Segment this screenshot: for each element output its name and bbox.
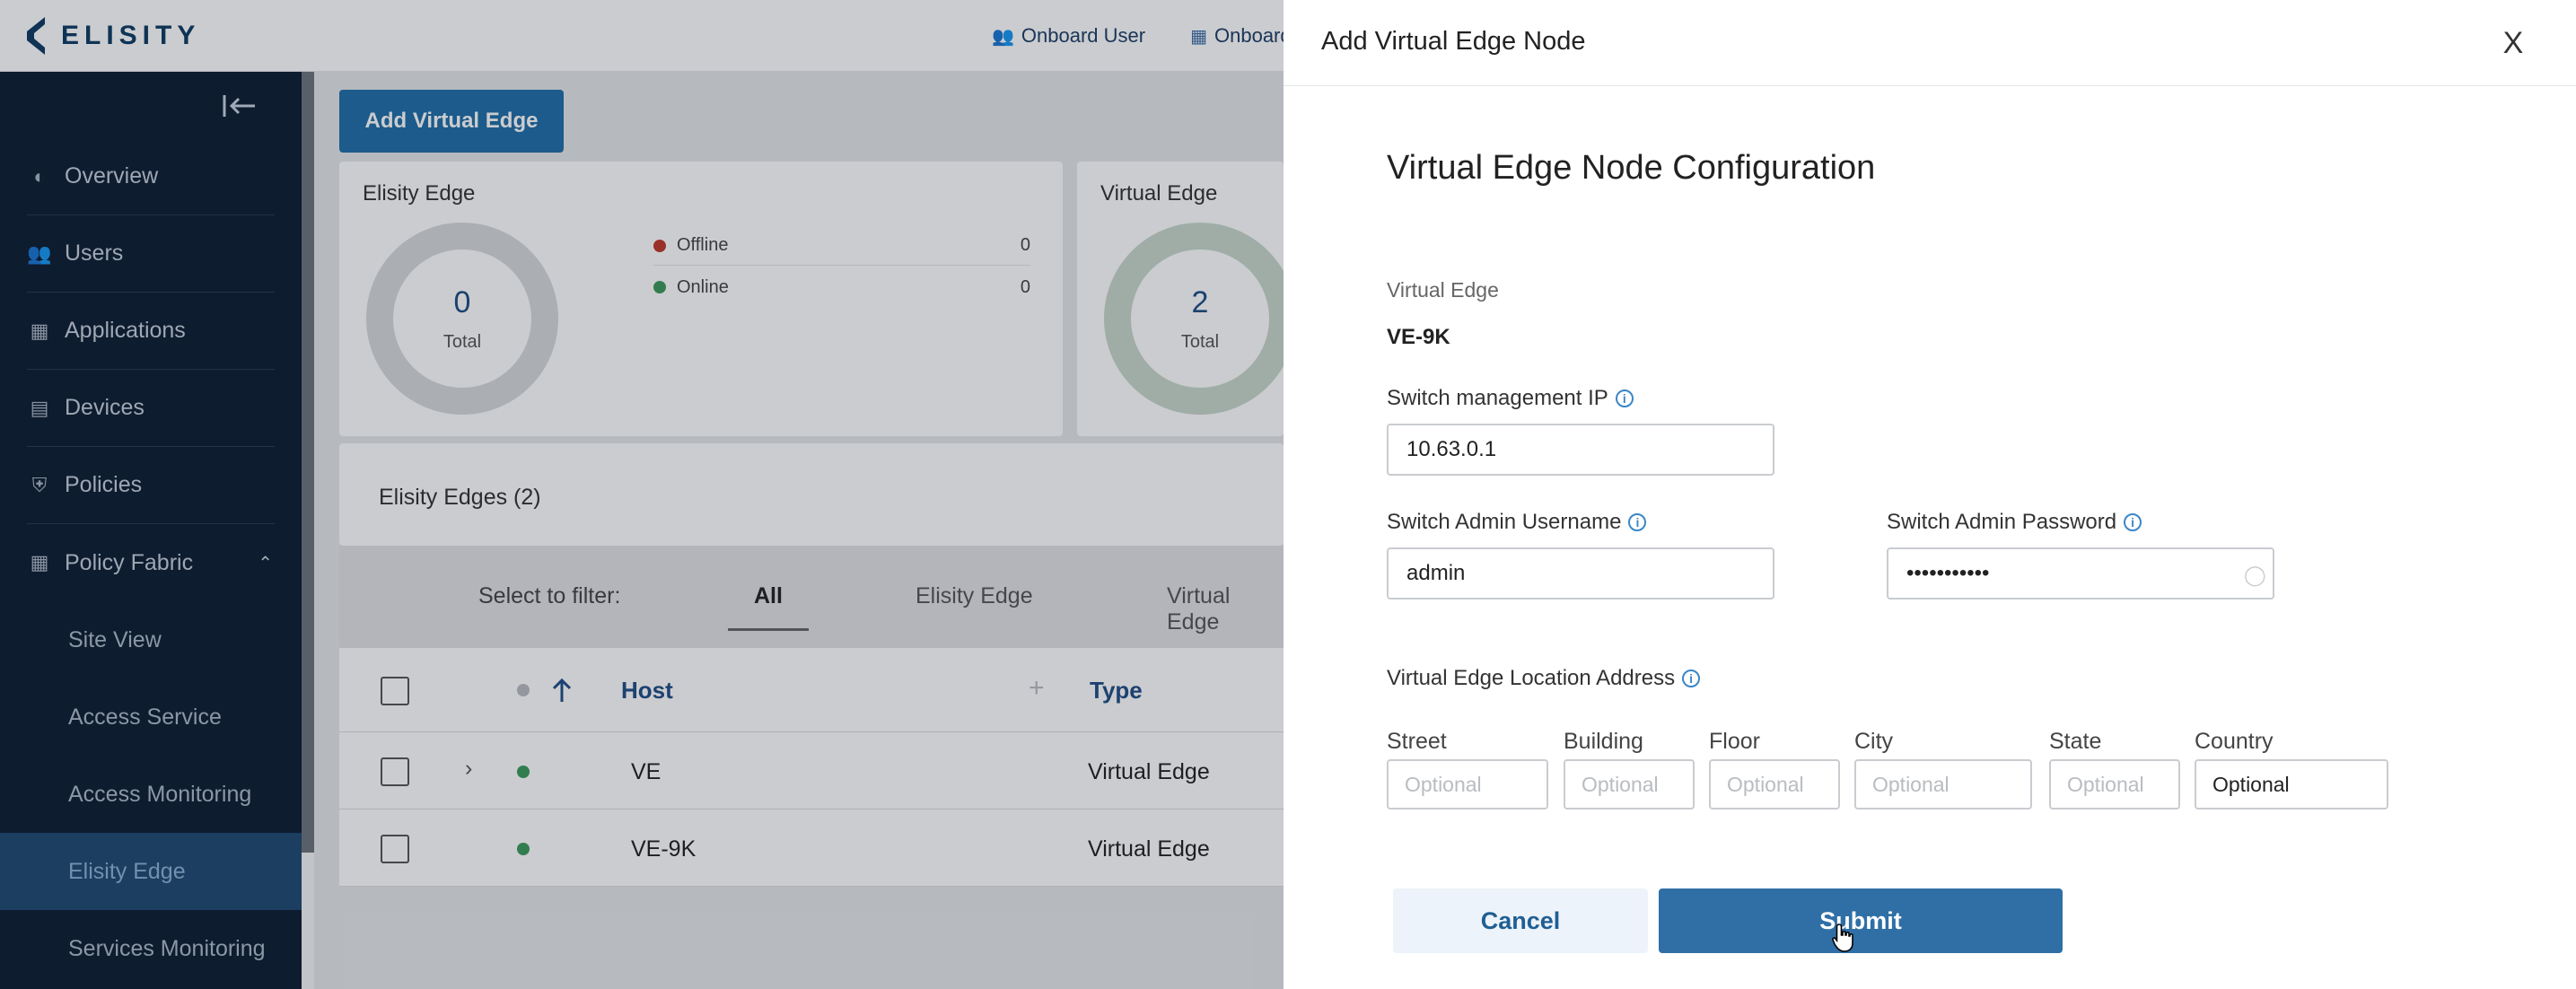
config-title: Virtual Edge Node Configuration [1387,149,1876,187]
add-virtual-edge-node-drawer: Add Virtual Edge Node X Virtual Edge Nod… [1284,0,2576,989]
city-label: City [1854,729,1894,754]
building-label: Building [1564,729,1643,754]
password-label-row: Switch Admin Password i [1887,510,2142,535]
state-label: State [2049,729,2102,754]
username-label-row: Switch Admin Username i [1387,510,1647,535]
street-label: Street [1387,729,1447,754]
country-input[interactable] [2195,759,2388,810]
eye-off-icon[interactable]: ◯ [2244,564,2266,587]
info-icon[interactable]: i [2124,513,2142,531]
address-label: Virtual Edge Location Address [1387,666,1676,690]
address-label-row: Virtual Edge Location Address i [1387,666,1701,691]
switch-ip-label: Switch management IP [1387,386,1608,410]
info-icon[interactable]: i [1615,389,1634,407]
submit-button[interactable]: Submit [1659,888,2063,953]
username-input[interactable] [1387,547,1774,600]
building-input[interactable] [1564,759,1695,810]
password-input[interactable] [1887,547,2274,600]
drawer-title: Add Virtual Edge Node [1321,27,1586,56]
street-input[interactable] [1387,759,1548,810]
virtual-edge-label: Virtual Edge [1387,278,1499,302]
switch-ip-label-row: Switch management IP i [1387,386,1634,411]
info-icon[interactable]: i [1628,513,1647,531]
floor-input[interactable] [1709,759,1840,810]
floor-label: Floor [1709,729,1760,754]
password-label: Switch Admin Password [1887,510,2117,534]
cancel-button[interactable]: Cancel [1393,888,1648,953]
drawer-header: Add Virtual Edge Node X [1284,0,2576,86]
city-input[interactable] [1854,759,2032,810]
close-icon[interactable]: X [2495,25,2531,61]
info-icon[interactable]: i [1682,670,1701,687]
hand-cursor-icon [1832,923,1853,952]
country-label: Country [2195,729,2274,754]
state-input[interactable] [2049,759,2180,810]
modal-backdrop[interactable] [0,0,1284,989]
switch-ip-input[interactable] [1387,424,1774,476]
username-label: Switch Admin Username [1387,510,1622,534]
virtual-edge-value: VE-9K [1387,325,1450,349]
